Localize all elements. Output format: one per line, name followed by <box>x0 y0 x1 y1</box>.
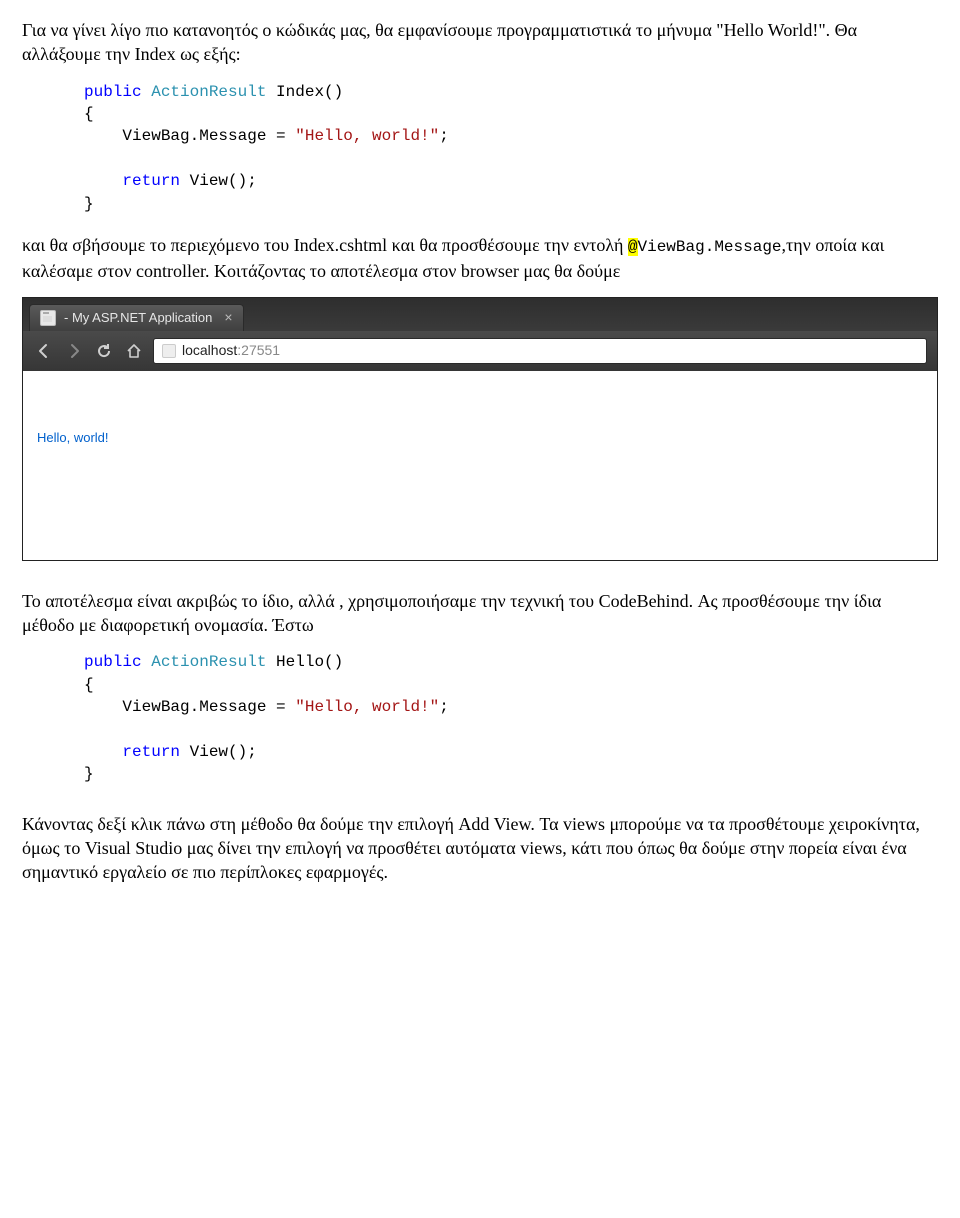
url-rest: :27551 <box>237 342 280 358</box>
line-viewbag: ViewBag.Message = <box>84 127 295 145</box>
address-bar[interactable]: localhost:27551 <box>153 338 927 364</box>
intro-paragraph-2: και θα σβήσουμε το περιεχόμενο του Index… <box>22 233 938 283</box>
browser-tab[interactable]: - My ASP.NET Application × <box>29 304 244 331</box>
forward-icon[interactable] <box>63 340 85 362</box>
kw-return: return <box>122 172 180 190</box>
fn-name-2: Hello() <box>266 653 343 671</box>
home-icon[interactable] <box>123 340 145 362</box>
call-view: View(); <box>180 172 257 190</box>
reload-icon[interactable] <box>93 340 115 362</box>
inline-code-rest: ViewBag.Message <box>638 238 782 256</box>
string-hello: "Hello, world!" <box>295 127 439 145</box>
browser-screenshot: - My ASP.NET Application × localhost:275… <box>22 297 938 561</box>
tab-title: - My ASP.NET Application <box>64 309 212 327</box>
inline-code-viewbag: @ViewBag.Message <box>628 238 782 256</box>
p2-text-a: και θα σβήσουμε το περιεχόμενο του Index… <box>22 235 628 255</box>
type-actionresult-2: ActionResult <box>151 653 266 671</box>
address-text: localhost:27551 <box>182 341 280 360</box>
browser-viewport: Hello, world! <box>22 371 938 561</box>
close-icon[interactable]: × <box>224 308 232 327</box>
kw-return-2: return <box>122 743 180 761</box>
code-block-index: public ActionResult Index() { ViewBag.Me… <box>84 81 938 215</box>
brace-open-2: { <box>84 676 94 694</box>
url-host: localhost <box>182 342 237 358</box>
semicolon: ; <box>439 127 449 145</box>
string-hello-2: "Hello, world!" <box>295 698 439 716</box>
call-view-2: View(); <box>180 743 257 761</box>
intro-paragraph-1: Για να γίνει λίγο πιο κατανοητός ο κώδικ… <box>22 18 938 67</box>
kw-public-2: public <box>84 653 142 671</box>
brace-open: { <box>84 105 94 123</box>
highlight-at: @ <box>628 238 638 256</box>
browser-toolbar: localhost:27551 <box>22 331 938 371</box>
code-block-hello: public ActionResult Hello() { ViewBag.Me… <box>84 651 938 785</box>
brace-close: } <box>84 195 94 213</box>
intro-paragraph-3: Το αποτέλεσμα είναι ακριβώς το ίδιο, αλλ… <box>22 589 938 638</box>
intro-paragraph-4: Κάνοντας δεξί κλικ πάνω στη μέθοδο θα δο… <box>22 812 938 885</box>
tab-favicon-icon <box>40 310 56 326</box>
page-hello-text: Hello, world! <box>37 430 109 445</box>
fn-name: Index() <box>266 83 343 101</box>
browser-tabbar: - My ASP.NET Application × <box>22 297 938 331</box>
page-favicon-icon <box>162 344 176 358</box>
brace-close-2: } <box>84 765 94 783</box>
type-actionresult: ActionResult <box>151 83 266 101</box>
line-viewbag-2: ViewBag.Message = <box>84 698 295 716</box>
semicolon-2: ; <box>439 698 449 716</box>
back-icon[interactable] <box>33 340 55 362</box>
kw-public: public <box>84 83 142 101</box>
